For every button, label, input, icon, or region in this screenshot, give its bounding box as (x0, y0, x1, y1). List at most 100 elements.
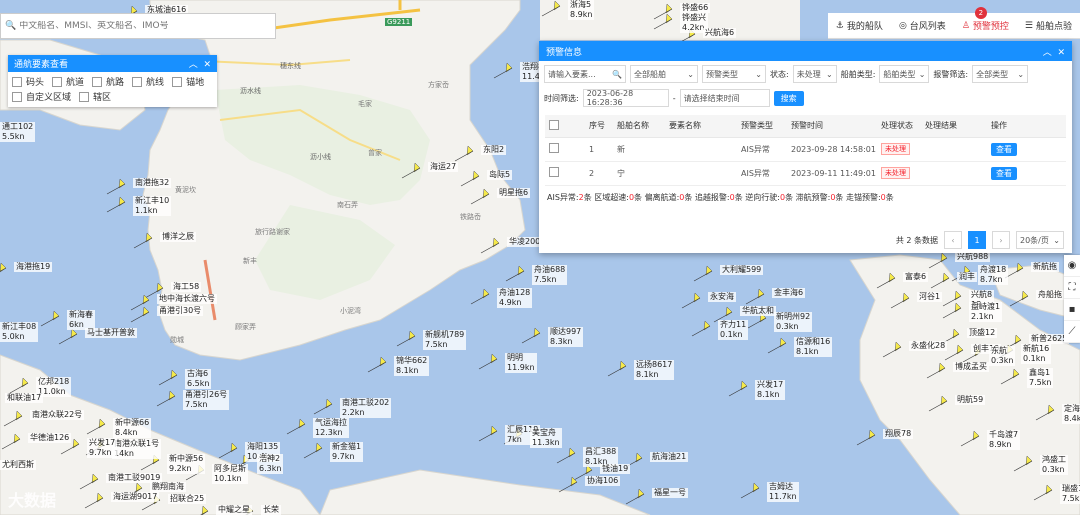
collapse-icon[interactable]: ︿ (189, 60, 198, 70)
ship-label[interactable]: 新明州92 0.3kn (774, 312, 813, 332)
row-checkbox[interactable] (545, 137, 585, 162)
ship-label[interactable]: 福星一号 (652, 488, 688, 498)
ship-label[interactable]: 南港众联22号 (30, 410, 85, 420)
cell-action[interactable]: 查看 (987, 161, 1066, 186)
ship-label[interactable]: 千岛渡7 8.9kn (987, 430, 1021, 450)
start-time-input[interactable]: 2023-06-28 16:28:36 (582, 89, 669, 107)
table-row[interactable]: 2 宁 AIS异常 2023-09-11 11:49:01 未处理 查看 (545, 161, 1066, 186)
ship-label[interactable]: 远扬8617 8.1kn (634, 360, 675, 380)
ship-label[interactable]: 新航16 0.1kn (1021, 344, 1052, 364)
ship-label[interactable]: 永安海 (708, 292, 736, 302)
ship-type-select[interactable]: 船舶类型 ⌄ (879, 65, 930, 83)
channel-option[interactable]: 航线 (132, 75, 164, 88)
channel-option[interactable]: 锚地 (172, 75, 204, 88)
ship-label[interactable]: 华德油126 (28, 433, 72, 443)
close-icon[interactable]: ✕ (1057, 48, 1065, 58)
ship-label[interactable]: 新江丰08 5.0kn (0, 322, 39, 342)
row-checkbox[interactable] (545, 161, 585, 186)
ship-label[interactable]: 协海106 (585, 476, 621, 486)
frame-select-icon[interactable]: ⛶ (1064, 277, 1080, 299)
ship-label[interactable]: 大利耀599 (720, 265, 764, 275)
ship-label[interactable]: 舟油128 4.9kn (497, 288, 533, 308)
channel-option[interactable]: 自定义区域 (12, 90, 71, 103)
ship-label[interactable]: 地中海长渡六号 (157, 294, 217, 304)
ship-label[interactable]: 舟油688 7.5kn (532, 265, 568, 285)
nav-warning[interactable]: ♙ 预警预控 2 (954, 6, 1017, 39)
nav-typhoon[interactable]: ◎ 台风列表 (891, 13, 954, 39)
ship-label[interactable]: 铧盛66 (680, 3, 711, 13)
ship-label[interactable]: 顺达997 8.3kn (548, 327, 584, 347)
ship-label[interactable]: 翔辰78 (883, 429, 914, 439)
warn-type-select[interactable]: 预警类型 ⌄ (702, 65, 766, 83)
ship-label[interactable]: 舟船拖 (1036, 290, 1064, 300)
ship-label[interactable]: 南港工驳202 2.2kn (340, 398, 392, 418)
checkbox[interactable] (12, 76, 22, 87)
ship-label[interactable]: 锦华662 8.1kn (394, 356, 430, 376)
ship-label[interactable]: 阿多尼斯 10.1kn (212, 464, 248, 484)
ship-label[interactable]: 润丰 (957, 272, 977, 282)
table-row[interactable]: 1 新 AIS异常 2023-09-28 14:58:01 未处理 查看 (545, 137, 1066, 162)
ship-label[interactable]: 齐力11 0.1kn (718, 320, 749, 340)
checkbox[interactable] (132, 76, 143, 87)
ship-label[interactable]: 中耀之星 (216, 505, 252, 515)
warn-filter-select[interactable]: 全部类型 ⌄ (972, 65, 1029, 83)
ship-label[interactable]: 新金猫1 9.7kn (330, 442, 364, 462)
ship-label[interactable]: 鸿盛工 0.3kn (1040, 455, 1068, 475)
ship-label[interactable]: 新航拖 (1031, 262, 1059, 272)
ship-label[interactable]: 甬港引30号 (157, 306, 204, 316)
ship-label[interactable]: 浙海5 8.9kn (568, 0, 595, 20)
page-size-select[interactable]: 20条/页 ⌄ (1016, 231, 1064, 249)
view-button[interactable]: 查看 (991, 142, 1017, 156)
ship-search-box[interactable]: 🔍 (0, 13, 276, 39)
ship-label[interactable]: 长荣 (261, 505, 281, 515)
ship-label[interactable]: 鑫岛1 7.5kn (1027, 368, 1054, 388)
channel-option[interactable]: 航道 (52, 75, 84, 88)
ship-label[interactable]: 钱油19 (600, 464, 631, 474)
ship-label[interactable]: 兴发17 9.7kn (87, 438, 118, 458)
ship-label[interactable]: 舟渡18 8.7kn (978, 265, 1009, 285)
channel-option[interactable]: 航路 (92, 75, 124, 88)
status-select[interactable]: 未处理 ⌄ (792, 65, 837, 83)
ship-label[interactable]: 海工58 (171, 282, 202, 292)
ship-label[interactable]: 永盛化28 (909, 341, 948, 351)
search-button[interactable]: 搜索 (773, 90, 804, 106)
ship-label[interactable]: 新舰机789 7.5kn (423, 330, 467, 350)
ship-label[interactable]: 华凌200 (507, 237, 543, 247)
ship-label[interactable]: 南港拖32 (133, 178, 172, 188)
ship-label[interactable]: 甬港引26号 7.5kn (183, 390, 230, 410)
ship-label[interactable]: 信源和16 8.1kn (794, 337, 833, 357)
ship-label[interactable]: 新中源56 9.2kn (167, 454, 206, 474)
ship-label[interactable]: 南港众联1号 14kn (112, 439, 162, 459)
ship-label[interactable]: 顶盛12 (967, 328, 998, 338)
channel-option[interactable]: 辖区 (79, 90, 111, 103)
ship-label[interactable]: 美宝舟 11.3kn (530, 428, 562, 448)
next-page-button[interactable]: › (992, 231, 1010, 249)
ship-label[interactable]: 定海8.4kn (1062, 404, 1080, 424)
checkbox[interactable] (549, 167, 559, 177)
ship-scope-select[interactable]: 全部船舶 ⌄ (630, 65, 698, 83)
keyword-input[interactable]: 请输入要素... 🔍 (544, 65, 626, 83)
ship-label[interactable]: 河谷1 (917, 292, 943, 302)
ship-label[interactable]: 尤利西斯 (0, 460, 36, 470)
checkbox[interactable] (92, 76, 103, 87)
view-button[interactable]: 查看 (991, 166, 1017, 180)
ship-label[interactable]: 鹏翔南海 (150, 482, 186, 492)
ship-label[interactable]: 古海6 6.5kn (185, 369, 212, 389)
ship-label[interactable]: 明明 11.9kn (505, 353, 537, 373)
ship-label[interactable]: 兴航海6 (703, 28, 737, 38)
cell-action[interactable]: 查看 (987, 137, 1066, 162)
ruler-icon[interactable]: ⟋ (1064, 321, 1080, 343)
current-page[interactable]: 1 (968, 231, 986, 249)
ship-label[interactable]: 海运湖9017 (111, 492, 160, 502)
collapse-icon[interactable]: ︿ (1043, 48, 1052, 58)
checkbox[interactable] (79, 91, 90, 102)
prev-page-button[interactable]: ‹ (944, 231, 962, 249)
ship-label[interactable]: 明星拖6 (497, 188, 531, 198)
ship-label[interactable]: 东阳2 (481, 145, 507, 155)
ship-label[interactable]: 东航 0.3kn (989, 346, 1016, 366)
ship-search-input[interactable] (19, 21, 270, 31)
checkbox[interactable] (12, 91, 22, 102)
ship-label[interactable]: 岛际5 (487, 170, 513, 180)
nav-inspection[interactable]: ☰ 船舶点验 (1017, 13, 1080, 39)
ship-label[interactable]: 气运海拉 12.3kn (313, 418, 349, 438)
